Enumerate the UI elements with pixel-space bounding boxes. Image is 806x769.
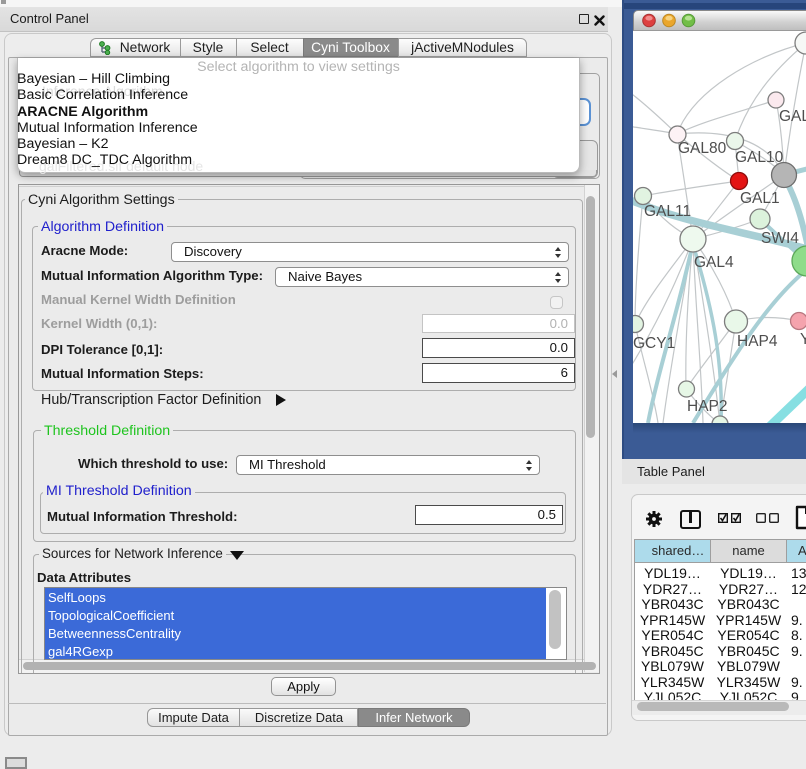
- svg-text:GAL10: GAL10: [735, 149, 784, 166]
- svg-text:GAL: GAL: [779, 108, 806, 125]
- svg-text:HAP4: HAP4: [737, 333, 778, 350]
- svg-text:GAL11: GAL11: [644, 203, 691, 220]
- svg-text:GCY1: GCY1: [633, 335, 675, 352]
- svg-text:Y: Y: [800, 331, 806, 348]
- svg-text:SWI4: SWI4: [761, 230, 799, 247]
- svg-text:GAL80: GAL80: [678, 140, 727, 157]
- svg-text:GAL4: GAL4: [694, 254, 734, 271]
- svg-text:HAP2: HAP2: [687, 398, 728, 415]
- svg-text:GAL1: GAL1: [740, 190, 780, 207]
